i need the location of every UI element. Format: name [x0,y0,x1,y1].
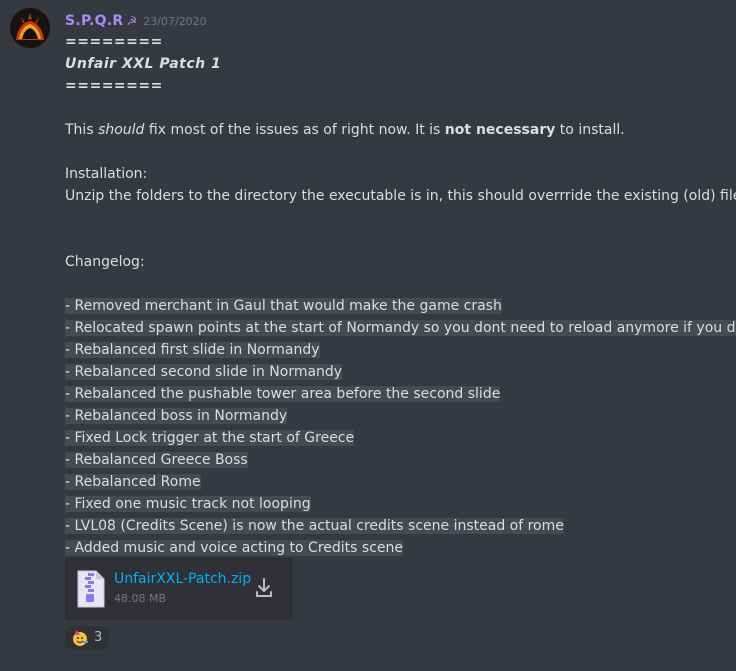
message-content: ======== Unfair XXL Patch 1 ======== Thi… [65,31,736,559]
list-item: - Relocated spawn points at the start of… [65,317,736,339]
installation-label: Installation: [65,166,148,182]
list-item: - LVL08 (Credits Scene) is now the actua… [65,518,564,534]
reaction-count: 3 [94,630,103,645]
list-item: - Rebalanced Greece Boss [65,452,248,468]
file-name-link[interactable]: UnfairXXL-Patch.zip [114,571,251,587]
list-item: - Rebalanced second slide in Normandy [65,364,343,380]
divider-line-top: ======== [65,34,163,50]
emphasis-text: should [98,122,145,138]
list-item: - Fixed Lock trigger at the start of Gre… [65,430,355,446]
username[interactable]: S.P.Q.R [65,13,124,29]
installation-text: Unzip the folders to the directory the e… [65,188,736,204]
avatar[interactable] [10,8,50,48]
list-item: - Rebalanced the pushable tower area bef… [65,386,501,402]
file-size: 48.08 MB [114,592,167,605]
changelog-list: - Removed merchant in Gaul that would ma… [65,295,736,559]
patch-title: Unfair XXL Patch 1 [65,56,222,72]
reaction-button[interactable]: 3 [65,626,109,650]
party-face-icon [71,629,89,651]
list-item: - Rebalanced boss in Normandy [65,408,288,424]
list-item: - Removed merchant in Gaul that would ma… [65,298,502,314]
file-attachment: UnfairXXL-Patch.zip 48.08 MB [65,558,292,620]
timestamp[interactable]: 23/07/2020 [143,15,206,28]
list-item: - Fixed one music track not looping [65,496,311,512]
zip-file-icon [76,569,106,613]
divider-line-bottom: ======== [65,78,163,94]
download-icon[interactable] [255,577,273,603]
changelog-label: Changelog: [65,254,145,270]
intro-text: This should fix most of the issues as of… [65,122,625,138]
list-item: - Added music and voice acting to Credit… [65,540,403,556]
message-header: S.P.Q.R ☭ 23/07/2020 [65,10,207,29]
list-item: - Rebalanced Rome [65,474,201,490]
hammer-sickle-icon: ☭ [126,14,138,28]
strong-text: not necessary [444,122,556,138]
list-item: - Rebalanced first slide in Normandy [65,342,320,358]
chat-message: S.P.Q.R ☭ 23/07/2020 ======== Unfair XXL P… [0,0,736,671]
